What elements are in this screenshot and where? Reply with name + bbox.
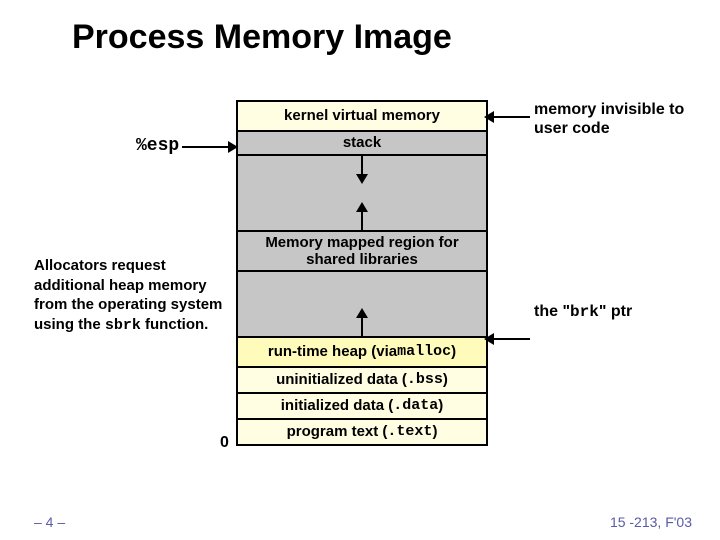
text-code: .text <box>387 423 432 440</box>
zero-label: 0 <box>220 434 229 452</box>
allocator-note: Allocators request additional heap memor… <box>34 256 234 335</box>
arrow-left-icon <box>484 333 494 345</box>
mem-invisible-arrow-line <box>488 116 530 118</box>
data-prefix: initialized data ( <box>281 397 394 414</box>
data-suffix: ) <box>438 397 443 414</box>
bss-suffix: ) <box>443 371 448 388</box>
heap-code: malloc <box>397 343 451 360</box>
brk-label: the "brk" ptr <box>534 303 632 321</box>
diagram-stage: kernel virtual memory stack Memory mappe… <box>0 100 720 500</box>
seg-text: program text (.text) <box>238 420 486 446</box>
arrow-right-icon <box>228 141 238 153</box>
heap-label-prefix: run-time heap (via <box>268 343 397 360</box>
page-number: – 4 – <box>34 514 65 530</box>
bss-code: .bss <box>407 371 443 388</box>
arrow-left-icon <box>484 111 494 123</box>
text-prefix: program text ( <box>287 423 388 440</box>
data-code: .data <box>393 397 438 414</box>
seg-kernel: kernel virtual memory <box>238 102 486 132</box>
brk-prefix: the " <box>534 303 570 320</box>
alloc-note-code: sbrk <box>105 317 141 334</box>
slide-title: Process Memory Image <box>72 18 452 57</box>
seg-gap-lower <box>238 272 486 338</box>
heap-label-suffix: ) <box>451 343 456 360</box>
memory-column: kernel virtual memory stack Memory mappe… <box>236 100 488 446</box>
seg-gap-upper <box>238 156 486 232</box>
seg-mmap: Memory mapped region for shared librarie… <box>238 232 486 272</box>
seg-data: initialized data (.data) <box>238 394 486 420</box>
text-suffix: ) <box>432 423 437 440</box>
brk-arrow-line <box>488 338 530 340</box>
course-tag: 15 -213, F'03 <box>610 514 692 530</box>
brk-suffix: " ptr <box>599 303 632 320</box>
brk-code: brk <box>570 303 599 321</box>
seg-bss: uninitialized data (.bss) <box>238 368 486 394</box>
esp-arrow-line <box>182 146 234 148</box>
seg-heap: run-time heap (via malloc) <box>238 338 486 368</box>
mem-invisible-label: memory invisible to user code <box>534 100 704 138</box>
bss-prefix: uninitialized data ( <box>276 371 407 388</box>
alloc-note-text2: function. <box>141 316 209 333</box>
seg-stack: stack <box>238 132 486 156</box>
esp-label: %esp <box>136 136 179 156</box>
